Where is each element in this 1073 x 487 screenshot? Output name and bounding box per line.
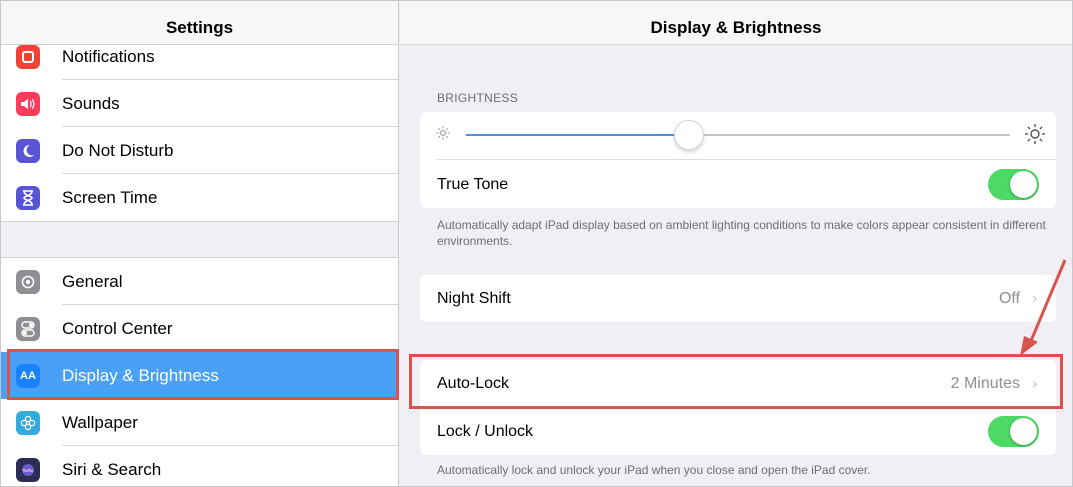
night-shift-row[interactable]: Night Shift Off › xyxy=(420,275,1056,322)
detail-pane: Display & Brightness BRIGHTNESS True Ton… xyxy=(400,1,1072,486)
sidebar-item-do-not-disturb[interactable]: Do Not Disturb xyxy=(1,127,398,174)
settings-sidebar: Settings Notifications Sounds Do Not Dis… xyxy=(1,1,399,486)
sidebar-item-label: Screen Time xyxy=(62,187,158,207)
sidebar-group-gap xyxy=(1,221,398,258)
gear-icon xyxy=(16,269,40,294)
toggles-icon xyxy=(16,316,40,341)
sidebar-item-control-center[interactable]: Control Center xyxy=(1,305,398,352)
low-brightness-icon xyxy=(435,125,451,146)
brightness-card: True Tone xyxy=(420,112,1056,208)
brightness-slider-row[interactable] xyxy=(420,112,1056,159)
sidebar-item-general[interactable]: General xyxy=(1,258,398,305)
auto-lock-row[interactable]: Auto-Lock 2 Minutes › xyxy=(420,360,1056,407)
brightness-slider-knob[interactable] xyxy=(674,120,705,150)
speaker-icon xyxy=(16,91,40,116)
auto-lock-label: Auto-Lock xyxy=(437,374,510,392)
sidebar-item-label: Do Not Disturb xyxy=(62,140,174,160)
true-tone-label: True Tone xyxy=(437,175,509,193)
text-size-icon: AA xyxy=(16,363,40,388)
sidebar-item-display-brightness[interactable]: AA Display & Brightness xyxy=(1,352,398,399)
divider xyxy=(437,159,1056,160)
lock-card: Auto-Lock 2 Minutes › Lock / Unlock xyxy=(420,360,1056,455)
sidebar-item-wallpaper[interactable]: Wallpaper xyxy=(1,399,398,446)
sidebar-item-label: Wallpaper xyxy=(62,412,138,432)
sidebar-item-label: Display & Brightness xyxy=(62,365,219,385)
moon-icon xyxy=(16,138,40,163)
notifications-icon xyxy=(16,44,40,69)
annotation-arrow xyxy=(1020,259,1067,356)
true-tone-toggle[interactable] xyxy=(988,169,1039,200)
lock-unlock-toggle[interactable] xyxy=(988,416,1039,447)
brightness-section-label: BRIGHTNESS xyxy=(437,91,519,105)
sidebar-item-label: Control Center xyxy=(62,318,173,338)
sidebar-item-label: Siri & Search xyxy=(62,459,162,479)
true-tone-row: True Tone xyxy=(420,161,1056,208)
lock-unlock-row: Lock / Unlock xyxy=(420,408,1056,455)
lock-unlock-label: Lock / Unlock xyxy=(437,422,534,440)
night-shift-label: Night Shift xyxy=(437,289,511,307)
night-shift-card: Night Shift Off › xyxy=(420,275,1056,322)
high-brightness-icon xyxy=(1024,123,1046,150)
sidebar-item-label: Notifications xyxy=(62,46,155,66)
siri-icon xyxy=(16,457,40,482)
toggle-knob xyxy=(1010,171,1037,198)
sidebar-item-sounds[interactable]: Sounds xyxy=(1,80,398,127)
true-tone-description: Automatically adapt iPad display based o… xyxy=(437,218,1046,248)
sidebar-item-label: General xyxy=(62,271,123,291)
sidebar-item-screen-time[interactable]: Screen Time xyxy=(1,174,398,221)
brightness-slider-fill xyxy=(466,134,690,136)
flower-icon xyxy=(16,410,40,435)
sidebar-item-siri-search[interactable]: Siri & Search xyxy=(1,446,398,486)
hourglass-icon xyxy=(16,185,40,210)
chevron-right-icon: › xyxy=(1031,374,1038,393)
toggle-knob xyxy=(1010,418,1037,445)
auto-lock-value: 2 Minutes xyxy=(950,374,1020,392)
sidebar-item-label: Sounds xyxy=(62,93,120,113)
page-title: Display & Brightness xyxy=(400,1,1072,45)
lock-unlock-description: Automatically lock and unlock your iPad … xyxy=(437,463,871,477)
brightness-slider-track xyxy=(689,134,1010,136)
sidebar-title: Settings xyxy=(1,1,398,45)
